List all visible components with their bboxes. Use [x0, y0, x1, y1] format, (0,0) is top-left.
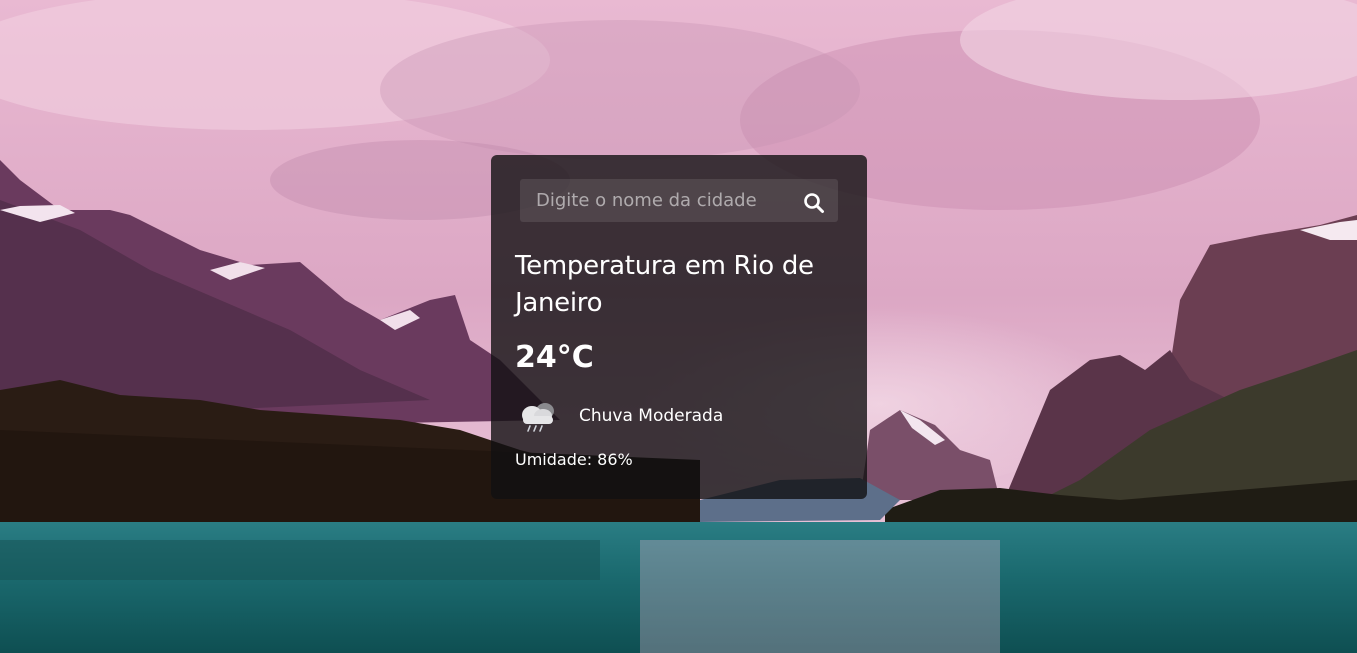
- search-icon: [804, 192, 824, 213]
- weather-card: Temperatura em Rio de Janeiro 24°C Chuva…: [491, 155, 867, 499]
- city-search-input[interactable]: [520, 179, 790, 222]
- rain-cloud-icon: [522, 403, 554, 432]
- weather-condition: Chuva Moderada: [515, 398, 838, 434]
- condition-text: Chuva Moderada: [579, 406, 724, 426]
- temperature-value: 24°C: [515, 340, 594, 375]
- search-bar: [520, 179, 838, 222]
- search-button[interactable]: [798, 185, 830, 217]
- city-temperature-title: Temperatura em Rio de Janeiro: [515, 251, 814, 318]
- humidity-text: Umidade: 86%: [515, 450, 633, 469]
